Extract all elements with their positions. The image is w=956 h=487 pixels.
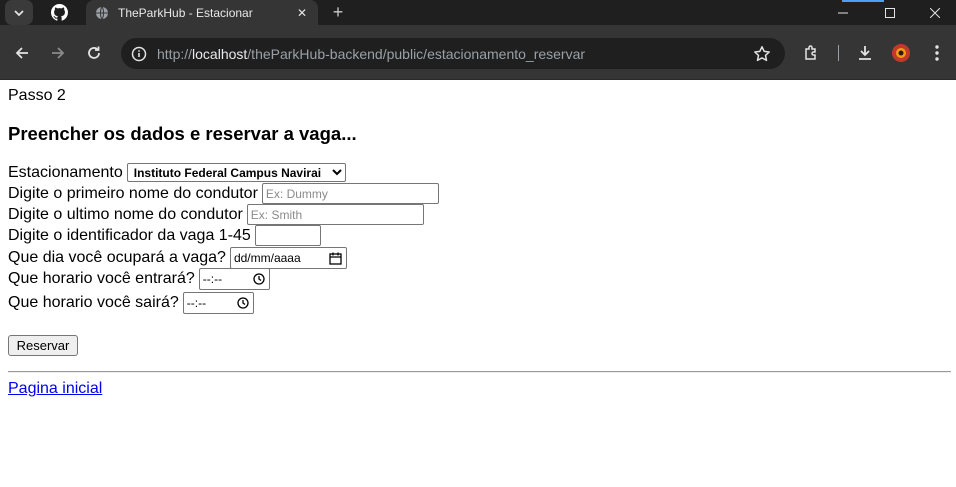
- clock-icon[interactable]: [253, 273, 265, 285]
- date-row: Que dia você ocupará a vaga? dd/mm/aaaa: [8, 247, 347, 269]
- toolbar-divider: [838, 45, 839, 61]
- first-name-input[interactable]: [261, 183, 439, 204]
- clock-icon[interactable]: [237, 297, 249, 309]
- maximize-button[interactable]: [867, 0, 913, 25]
- github-pinned-tab[interactable]: [49, 2, 70, 23]
- page-content: Passo 2 Preencher os dados e reservar a …: [0, 81, 956, 487]
- entry-time-label: Que horario você entrará?: [8, 270, 195, 287]
- page-title: Preencher os dados e reservar a vaga...: [8, 123, 357, 144]
- download-icon[interactable]: [853, 40, 877, 66]
- exit-time-input[interactable]: --:--: [182, 292, 254, 314]
- close-window-button[interactable]: [912, 0, 956, 25]
- tab-title: TheParkHub - Estacionar: [118, 5, 253, 20]
- close-icon: [930, 7, 940, 18]
- vaga-label: Digite o identificador da vaga 1-45: [8, 226, 251, 244]
- tab-search-button[interactable]: [5, 0, 33, 25]
- kebab-menu-icon[interactable]: [925, 40, 949, 66]
- url-prefix: http://: [157, 45, 193, 62]
- url-host: localhost: [192, 45, 248, 62]
- date-input[interactable]: dd/mm/aaaa: [229, 247, 347, 269]
- minimize-button[interactable]: [820, 0, 866, 25]
- first-name-label: Digite o primeiro nome do condutor: [8, 184, 258, 202]
- active-tab[interactable]: TheParkHub - Estacionar ✕: [86, 0, 318, 25]
- url-text: http://localhost/theParkHub-backend/publ…: [157, 46, 585, 62]
- estacionamento-row: Estacionamento Instituto Federal Campus …: [8, 163, 346, 182]
- chevron-down-icon: [14, 9, 24, 16]
- minimize-icon: [838, 12, 848, 13]
- calendar-icon[interactable]: [329, 252, 342, 265]
- reserve-button[interactable]: Reservar: [8, 335, 78, 356]
- last-name-label: Digite o ultimo nome do condutor: [8, 205, 243, 223]
- entry-time-row: Que horario você entrará? --:--: [8, 268, 270, 290]
- first-name-row: Digite o primeiro nome do condutor: [8, 183, 439, 204]
- profile-avatar-icon[interactable]: [889, 40, 913, 66]
- home-link[interactable]: Pagina inicial: [8, 380, 102, 398]
- arrow-right-icon: [52, 47, 65, 59]
- globe-icon: [95, 6, 109, 20]
- github-icon: [51, 4, 68, 21]
- horizontal-rule: [8, 371, 951, 373]
- maximize-icon: [885, 7, 895, 18]
- estacionamento-label: Estacionamento: [8, 163, 123, 181]
- reload-icon: [88, 46, 100, 59]
- exit-time-placeholder: --:--: [186, 296, 207, 310]
- exit-time-label: Que horario você sairá?: [8, 294, 179, 311]
- new-tab-button[interactable]: +: [328, 2, 348, 22]
- entry-time-placeholder: --:--: [202, 272, 223, 286]
- tab-strip: TheParkHub - Estacionar ✕ +: [0, 0, 956, 25]
- back-button[interactable]: [9, 40, 35, 66]
- address-bar[interactable]: http://localhost/theParkHub-backend/publ…: [121, 38, 785, 69]
- last-name-input[interactable]: [246, 204, 424, 225]
- extensions-icon[interactable]: [800, 40, 824, 66]
- entry-time-input[interactable]: --:--: [198, 268, 270, 290]
- vaga-input[interactable]: [254, 225, 321, 246]
- site-info-icon[interactable]: [131, 46, 147, 62]
- reload-button[interactable]: [81, 40, 107, 66]
- date-placeholder: dd/mm/aaaa: [233, 251, 301, 265]
- arrow-left-icon: [15, 47, 28, 59]
- last-name-row: Digite o ultimo nome do condutor: [8, 204, 424, 225]
- url-path: /theParkHub-backend/public/estacionament…: [247, 45, 586, 62]
- bookmark-star-icon[interactable]: [753, 45, 771, 63]
- exit-time-row: Que horario você sairá? --:--: [8, 292, 254, 314]
- vaga-row: Digite o identificador da vaga 1-45: [8, 225, 321, 246]
- estacionamento-select[interactable]: Instituto Federal Campus Navirai: [126, 163, 346, 182]
- browser-toolbar: http://localhost/theParkHub-backend/publ…: [0, 25, 956, 80]
- step-label: Passo 2: [8, 87, 66, 104]
- forward-button[interactable]: [45, 40, 71, 66]
- close-tab-icon[interactable]: ✕: [294, 5, 310, 21]
- date-label: Que dia você ocupará a vaga?: [8, 249, 226, 266]
